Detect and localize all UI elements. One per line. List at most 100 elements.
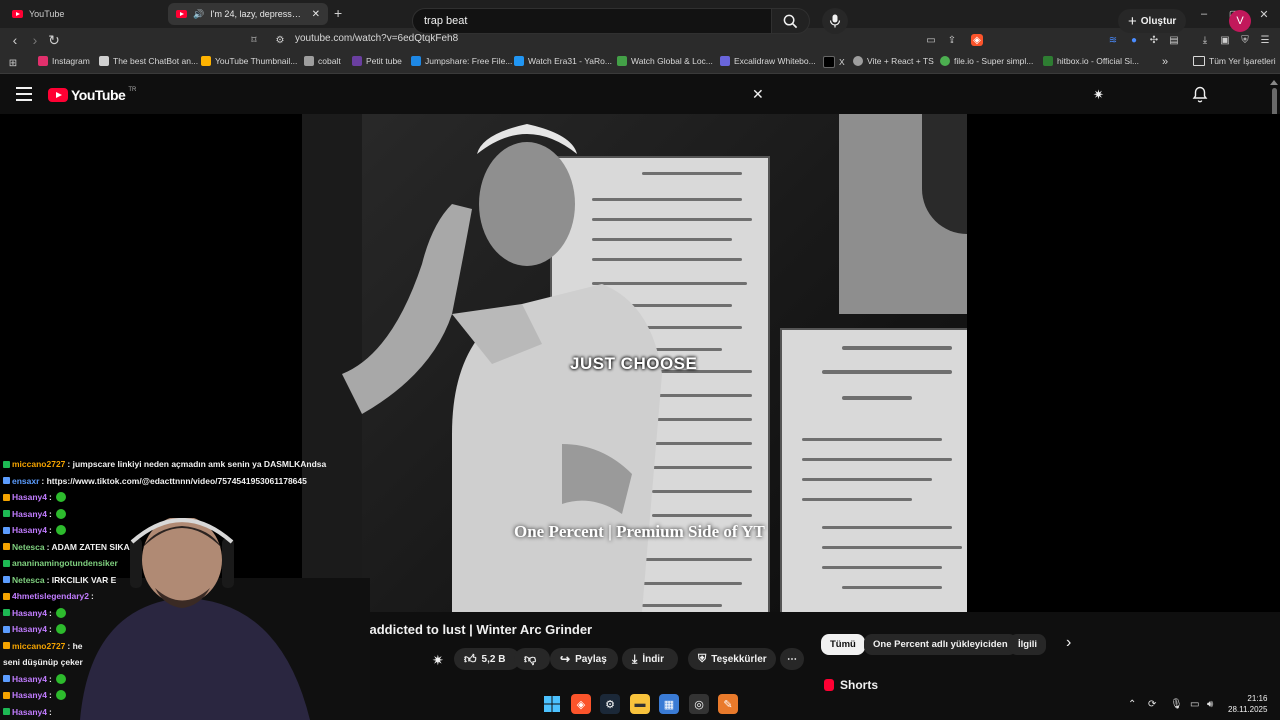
tray-mic-icon[interactable]: 🎙︎ xyxy=(1170,699,1183,710)
hamburger-menu-icon[interactable] xyxy=(16,87,32,101)
share-button[interactable]: ↪ Paylaş xyxy=(550,648,618,670)
era31-icon xyxy=(514,56,524,66)
volume-icon[interactable]: 🔊︎ xyxy=(1207,699,1213,710)
chat-username[interactable]: Netesca xyxy=(12,575,45,585)
bookmarks-overflow-button[interactable]: » xyxy=(1162,56,1168,68)
minimize-button[interactable]: – xyxy=(1188,0,1220,28)
create-button[interactable]: + Oluştur xyxy=(1118,9,1187,33)
chip-all[interactable]: Tümü xyxy=(821,634,865,655)
new-tab-button[interactable]: + xyxy=(334,5,342,21)
bookmark-label: cobalt xyxy=(318,56,341,66)
search-value[interactable]: trap beat xyxy=(424,15,467,27)
network-icon[interactable]: ▭ xyxy=(1190,699,1199,710)
photos-icon[interactable]: ▦ xyxy=(659,694,679,714)
chat-username[interactable]: miccano2727 xyxy=(12,641,65,651)
chat-username[interactable]: Hasany4 xyxy=(12,624,47,634)
dislike-button[interactable]: 👎︎ xyxy=(514,648,550,670)
chat-username[interactable]: Netesca xyxy=(12,542,45,552)
back-icon[interactable]: ‹ xyxy=(7,32,23,48)
voice-search-button[interactable] xyxy=(822,8,848,34)
chat-badge-icon xyxy=(3,609,10,616)
like-button[interactable]: 👍︎ 5,2 B xyxy=(454,648,520,670)
chat-username[interactable]: miccano2727 xyxy=(12,459,65,469)
clear-search-icon[interactable]: ✕ xyxy=(752,86,764,103)
chat-username[interactable]: Hasany4 xyxy=(12,525,47,535)
shield-icon[interactable]: ⛨ xyxy=(1239,34,1251,46)
bookmark-label: Watch Era31 - YaRo... xyxy=(528,56,612,66)
close-window-button[interactable]: ✕ xyxy=(1248,0,1280,28)
forward-icon[interactable]: › xyxy=(27,32,43,48)
bookmark-label: The best ChatBot an... xyxy=(113,56,199,66)
tab-youtube[interactable]: YouTube xyxy=(4,3,166,25)
close-tab-icon[interactable]: ✕ xyxy=(312,9,320,20)
ai-sparkle-icon[interactable]: ✷ xyxy=(432,652,444,669)
chat-message: seni düşünüp çeker xyxy=(3,657,83,667)
chip-from-uploader[interactable]: One Percent adlı yükleyiciden xyxy=(864,634,1017,655)
apps-grid-icon[interactable]: ⊞ xyxy=(7,57,19,69)
chat-username[interactable]: ananinamingotundensiker xyxy=(12,558,118,568)
site-info-icon[interactable]: ⚙ xyxy=(274,34,286,46)
all-bookmarks-button[interactable]: Tüm Yer İşaretleri xyxy=(1193,56,1276,66)
steam-icon[interactable]: ⚙ xyxy=(600,694,620,714)
reload-icon[interactable]: ↻ xyxy=(46,32,62,48)
draw-app-icon[interactable]: ✎ xyxy=(718,694,738,714)
bookmark-cobalt[interactable]: cobalt xyxy=(304,56,341,66)
chip-related[interactable]: İlgili xyxy=(1009,634,1046,655)
wallet-icon[interactable]: ▣ xyxy=(1219,34,1231,46)
chips-next-icon[interactable]: › xyxy=(1066,634,1071,652)
audio-playing-icon[interactable]: 🔊 xyxy=(193,9,204,20)
bookmark-watch-global[interactable]: Watch Global & Loc... xyxy=(617,56,713,66)
windows-start-icon[interactable] xyxy=(542,694,562,714)
sidebar-icon[interactable]: ▤ xyxy=(1168,34,1180,46)
more-actions-button[interactable]: ⋯ xyxy=(780,648,804,670)
vpn-icon[interactable]: ● xyxy=(1128,34,1140,46)
bookmark-x[interactable]: X xyxy=(823,56,845,68)
bookmark-thumbnail[interactable]: YouTube Thumbnail... xyxy=(201,56,297,66)
bookmark-instagram[interactable]: Instagram xyxy=(38,56,90,66)
chat-text: : https://www.tiktok.com/@edacttnnn/vide… xyxy=(41,475,307,486)
chat-username[interactable]: Hasany4 xyxy=(12,674,47,684)
thanks-button[interactable]: ⛨ Teşekkürler xyxy=(688,648,776,670)
chat-username[interactable]: Hasany4 xyxy=(12,608,47,618)
downloads-icon[interactable]: ⤓ xyxy=(1199,34,1211,46)
obs-icon[interactable]: ◎ xyxy=(689,694,709,714)
cast-icon[interactable]: ▭ xyxy=(925,34,937,46)
speedreader-icon[interactable]: ≋ xyxy=(1107,34,1119,46)
chat-username[interactable]: ensaxr xyxy=(12,476,39,486)
bookmark-vite[interactable]: Vite + React + TS xyxy=(853,56,934,66)
bookmark-label: Watch Global & Loc... xyxy=(631,56,713,66)
bookmark-hitbox[interactable]: hitbox.io - Official Si... xyxy=(1043,56,1139,66)
bookmark-icon[interactable]: ⌑ xyxy=(248,34,260,46)
bookmark-jumpshare[interactable]: Jumpshare: Free File... xyxy=(411,56,512,66)
x-icon xyxy=(823,56,835,68)
extensions-icon[interactable]: ✣ xyxy=(1148,34,1160,46)
brave-shields-icon[interactable]: ◈ xyxy=(971,34,983,46)
sparkle-icon[interactable]: ✷ xyxy=(1093,87,1104,103)
sync-icon[interactable]: ⟳ xyxy=(1148,699,1156,710)
avatar[interactable]: V xyxy=(1229,10,1251,32)
watch-global-icon xyxy=(617,56,627,66)
bookmark-fileio[interactable]: file.io - Super simpl... xyxy=(940,56,1033,66)
menu-icon[interactable]: ☰ xyxy=(1259,34,1271,46)
chat-username[interactable]: Hasany4 xyxy=(12,492,47,502)
tray-overflow-icon[interactable]: ⌃ xyxy=(1128,699,1136,710)
youtube-logo[interactable]: YouTube TR xyxy=(48,87,136,103)
taskbar-clock[interactable]: 21:16 28.11.2025 xyxy=(1228,693,1267,715)
search-button[interactable] xyxy=(772,8,810,34)
share-page-icon[interactable]: ⇪ xyxy=(946,34,958,46)
scroll-up-arrow-icon[interactable] xyxy=(1270,80,1278,85)
tab-active-video[interactable]: 🔊 I'm 24, lazy, depressed, fat an ✕ xyxy=(168,3,328,25)
bookmark-excalidraw[interactable]: Excalidraw Whitebo... xyxy=(720,56,816,66)
chat-username[interactable]: Hasany4 xyxy=(12,509,47,519)
chat-username[interactable]: 4hmetislegendary2 xyxy=(12,591,89,601)
file-explorer-icon[interactable]: ▬ xyxy=(630,694,650,714)
notifications-bell-icon[interactable] xyxy=(1192,86,1208,108)
download-button[interactable]: ⤓ İndir xyxy=(622,648,678,670)
chat-badge-icon xyxy=(3,625,10,633)
share-arrow-icon: ↪ xyxy=(560,652,571,666)
url-field[interactable]: youtube.com/watch?v=6edQtqkFeh8 xyxy=(295,33,458,44)
bookmark-chatbot[interactable]: The best ChatBot an... xyxy=(99,56,198,66)
brave-browser-icon[interactable]: ◈ xyxy=(571,694,591,714)
bookmark-era31[interactable]: Watch Era31 - YaRo... xyxy=(514,56,612,66)
bookmark-petit-tube[interactable]: Petit tube xyxy=(352,56,402,66)
